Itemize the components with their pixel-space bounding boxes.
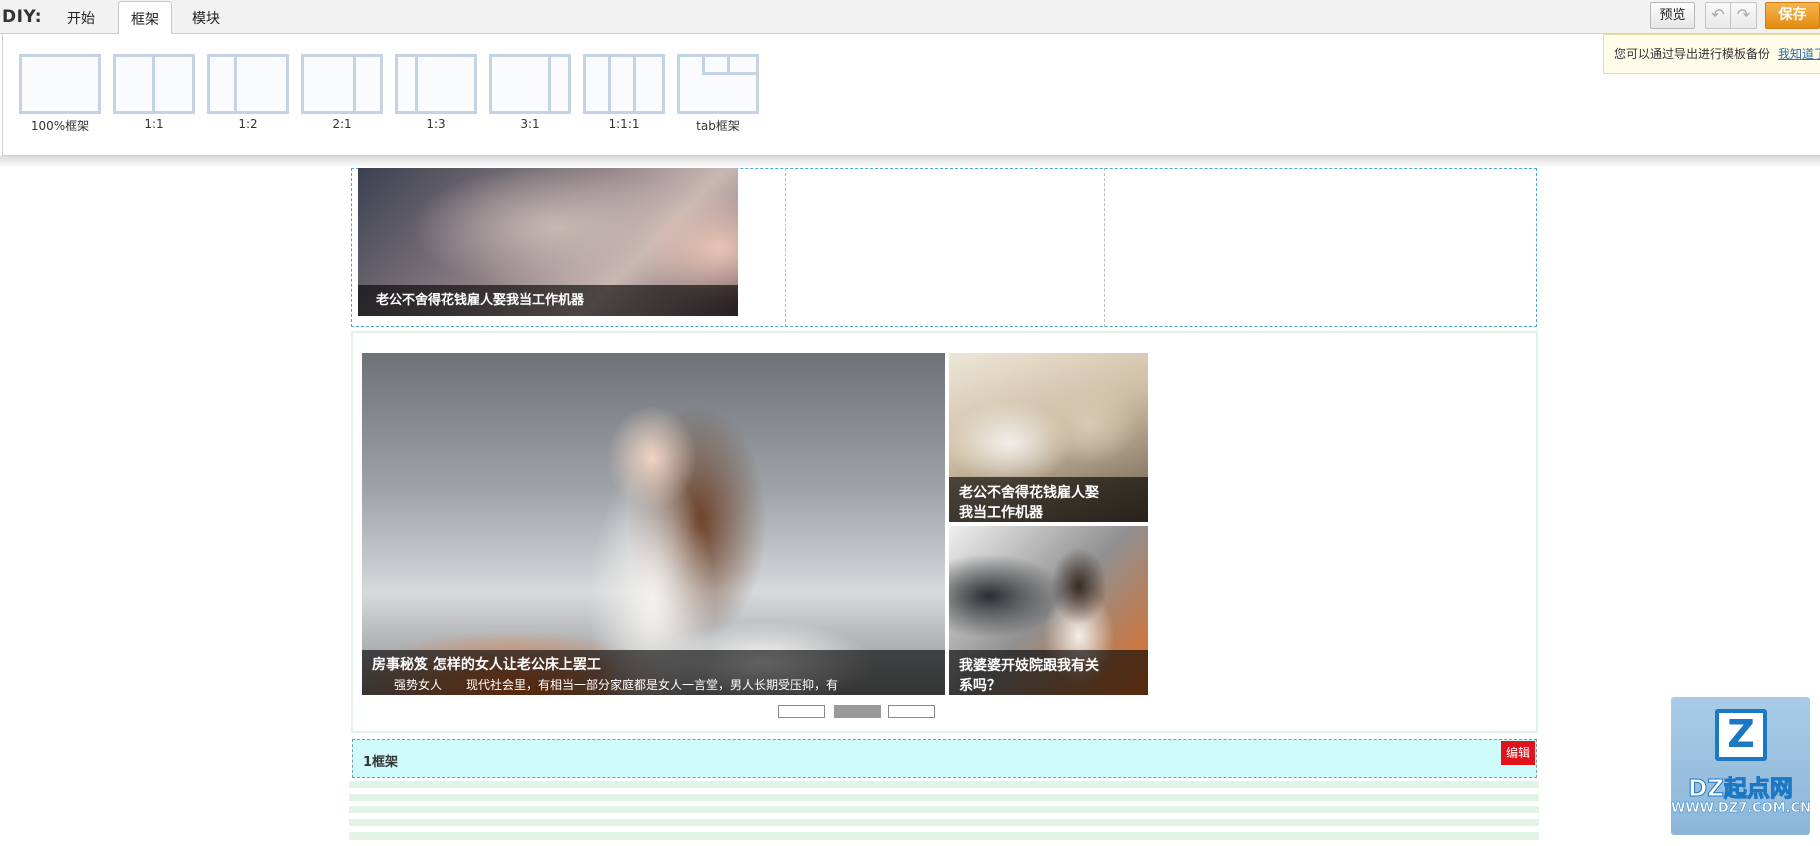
main-slide-author: 强势女人 [394,678,443,692]
side-caption-line: 老公不舍得花钱雇人娶 [959,485,1099,501]
frame-option-label: 100%框架 [30,119,90,133]
main-slide-image[interactable]: 房事秘笈 怎样的女人让老公床上罢工 强势女人 现代社会里，有相当一部分家庭都是女人… [362,353,945,695]
main-slide-desc: 现代社会里，有相当一部分家庭都是女人一言堂，男人长期受压抑，有 [466,678,839,692]
side-caption-line: 我婆婆开妓院跟我有关 [959,658,1099,674]
stripe [349,819,1539,826]
frame-option-tab[interactable]: tab框架 [677,54,759,134]
tab-start[interactable]: 开始 [55,8,107,35]
undo-icon: ↶ [1711,5,1725,24]
site-watermark-logo: Z DZ起点网 WWW.DZ7.COM.CN [1671,697,1811,835]
stripe [349,832,1539,840]
frame-3-1-icon [489,54,571,114]
frame-option-label: 1:1:1 [608,117,640,131]
panel-shadow [0,156,1820,168]
notice-dismiss-link[interactable]: 我知道了 [1778,47,1820,61]
diy-label: DIY: [2,7,43,27]
frame-1-1-1-icon [583,54,665,114]
dz-logo-icon: Z [1715,709,1767,761]
frame-1-1-icon [113,54,195,114]
main-slide-summary: 强势女人 现代社会里，有相当一部分家庭都是女人一言堂，男人长期受压抑，有 [372,676,945,693]
frame-option-label: 1:3 [426,117,446,131]
frame-100-icon [19,54,101,114]
tab-module[interactable]: 模块 [180,8,232,35]
main-slide-caption: 房事秘笈 怎样的女人让老公床上罢工 强势女人 现代社会里，有相当一部分家庭都是女人… [362,650,945,695]
redo-button[interactable]: ↷ [1731,2,1757,29]
frame-option-100[interactable]: 100%框架 [19,54,101,134]
main-slide-title: 房事秘笈 怎样的女人让老公床上罢工 [372,657,601,673]
frame-option-1-3[interactable]: 1:3 [395,54,477,131]
frame-option-3-1[interactable]: 3:1 [489,54,571,131]
redo-icon: ↷ [1736,5,1751,24]
frame-tab-icon [677,54,759,114]
frame-block[interactable]: 1框架 编辑 [352,739,1537,778]
frame-option-1-1[interactable]: 1:1 [113,54,195,131]
undo-button[interactable]: ↶ [1705,2,1731,29]
edit-button[interactable]: 编辑 [1501,741,1535,765]
side-slide-caption: 我婆婆开妓院跟我有关 系吗？ [949,650,1148,695]
top-image-caption: 老公不舍得花钱雇人娶我当工作机器 [358,285,738,316]
stripe [349,806,1539,813]
frame-option-label: 3:1 [520,117,540,131]
frame-palette: 100%框架 1:1 1:2 2:1 1:3 3:1 1:1:1 tab框架 [2,34,1820,156]
frame-1-2-icon [207,54,289,114]
column-divider [785,168,786,327]
frame-option-2-1[interactable]: 2:1 [301,54,383,131]
column-divider [1104,168,1105,327]
stripe [349,794,1539,801]
watermark-url: WWW.DZ7.COM.CN [1671,801,1811,816]
watermark-name: DZ起点网 [1688,776,1794,803]
slider-page-dot[interactable] [778,705,825,718]
notice-text: 您可以通过导出进行模板备份 [1614,47,1771,61]
frame-option-label: 1:2 [238,117,258,131]
stripe [349,781,1539,788]
frame-option-1-1-1[interactable]: 1:1:1 [583,54,665,131]
side-caption-line: 我当工作机器 [959,505,1043,521]
slider-page-dot-active[interactable] [834,705,881,718]
frame-option-1-2[interactable]: 1:2 [207,54,289,131]
backup-notice: 您可以通过导出进行模板备份我知道了 [1603,34,1820,74]
frame-2-1-icon [301,54,383,114]
slider-page-dot[interactable] [888,705,935,718]
frame-option-label: tab框架 [696,119,740,133]
side-caption-line: 系吗？ [959,678,1001,694]
frame-block-title: 1框架 [363,755,399,770]
preview-button[interactable]: 预览 [1650,2,1695,29]
frame-1-3-icon [395,54,477,114]
side-slide-image[interactable]: 我婆婆开妓院跟我有关 系吗？ [949,526,1148,695]
save-button[interactable]: 保存 [1765,2,1820,29]
side-slide-caption: 老公不舍得花钱雇人娶 我当工作机器 [949,477,1148,522]
top-image[interactable]: 老公不舍得花钱雇人娶我当工作机器 [358,168,738,316]
frame-option-label: 2:1 [332,117,352,131]
side-slide-image[interactable]: 老公不舍得花钱雇人娶 我当工作机器 [949,353,1148,522]
frame-option-label: 1:1 [144,117,164,131]
diy-toolbar: DIY: 开始 框架 模块 预览 ↶ ↷ 保存 [0,0,1820,36]
tab-frame[interactable]: 框架 [118,1,172,36]
